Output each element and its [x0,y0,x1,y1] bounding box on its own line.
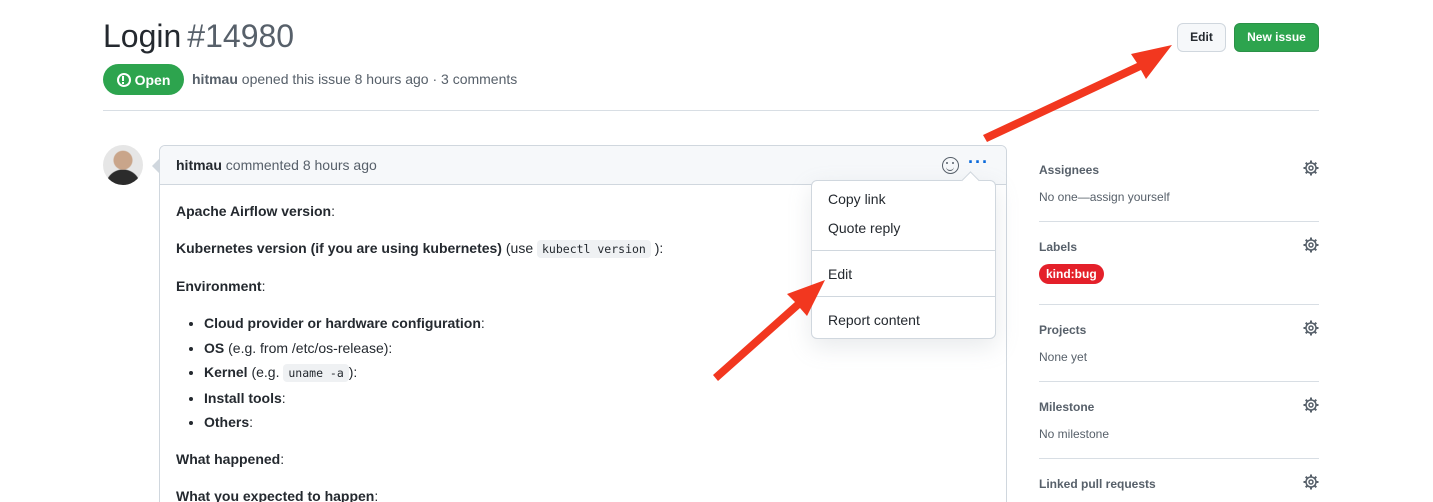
annotation-arrow [983,45,1172,142]
more-options-icon[interactable]: ··· [968,152,989,173]
issue-title-text: Login [103,18,182,54]
avatar[interactable] [103,145,143,185]
new-issue-button[interactable]: New issue [1234,23,1319,52]
sidebar-divider [1039,458,1319,459]
sidebar-milestone: Milestone No milestone [1039,397,1319,441]
list-item: Kernel (e.g. uname -a): [204,362,990,384]
edit-issue-button[interactable]: Edit [1177,23,1226,52]
header-divider [103,110,1319,111]
menu-divider [812,296,995,297]
sidebar-divider [1039,381,1319,382]
list-item: Install tools: [204,388,990,409]
gear-icon[interactable] [1303,397,1319,413]
menu-item-copy-link[interactable]: Copy link [828,191,886,207]
menu-item-edit[interactable]: Edit [828,266,852,282]
gear-icon[interactable] [1303,237,1319,253]
what-happened-line: What happened: [176,451,285,467]
issue-opened-icon [116,72,131,87]
issue-title: Login #14980 [103,16,294,56]
sidebar-milestone-value: No milestone [1039,427,1110,441]
comment-time: commented 8 hours ago [225,157,377,173]
sidebar-projects-title[interactable]: Projects [1039,323,1319,337]
status-badge: Open [103,64,184,95]
sidebar-linked-prs-title[interactable]: Linked pull requests [1039,477,1319,491]
menu-item-report-content[interactable]: Report content [828,312,920,328]
sidebar-assignees-value[interactable]: No one—assign yourself [1039,190,1319,204]
menu-item-quote-reply[interactable]: Quote reply [828,220,900,236]
issue-meta: hitmau opened this issue 8 hours ago · 3… [192,71,517,87]
issue-author-link[interactable]: hitmau [192,71,238,87]
status-badge-label: Open [134,71,171,88]
issue-number: #14980 [187,18,295,54]
comment-meta: hitmau commented 8 hours ago [176,157,377,173]
code-snippet: uname -a [283,364,349,382]
list-item: OS (e.g. from /etc/os-release): [204,338,990,359]
label-kind-bug[interactable]: kind:bug [1039,264,1104,284]
issue-meta-text: opened this issue 8 hours ago · 3 commen… [241,71,518,87]
gear-icon[interactable] [1303,320,1319,336]
sidebar-linked-prs: Linked pull requests [1039,474,1319,491]
sidebar-labels-title[interactable]: Labels [1039,240,1319,254]
sidebar-projects: Projects None yet [1039,320,1319,364]
sidebar-milestone-title[interactable]: Milestone [1039,400,1319,414]
comment-author-link[interactable]: hitmau [176,157,222,173]
sidebar-assignees-title[interactable]: Assignees [1039,163,1319,177]
sidebar-projects-value: None yet [1039,350,1088,364]
list-item: Others: [204,412,990,433]
sidebar-divider [1039,304,1319,305]
sidebar-labels: Labels kind:bug [1039,237,1319,284]
sidebar-assignees: Assignees No one—assign yourself [1039,160,1319,204]
sidebar-divider [1039,221,1319,222]
add-reaction-icon[interactable] [942,157,959,174]
gear-icon[interactable] [1303,474,1319,490]
comment-options-menu: Copy link Quote reply Edit Report conten… [811,180,996,339]
gear-icon[interactable] [1303,160,1319,176]
menu-divider [812,250,995,251]
what-expected-line: What you expected to happen: [176,488,379,502]
code-snippet: kubectl version [537,240,651,258]
